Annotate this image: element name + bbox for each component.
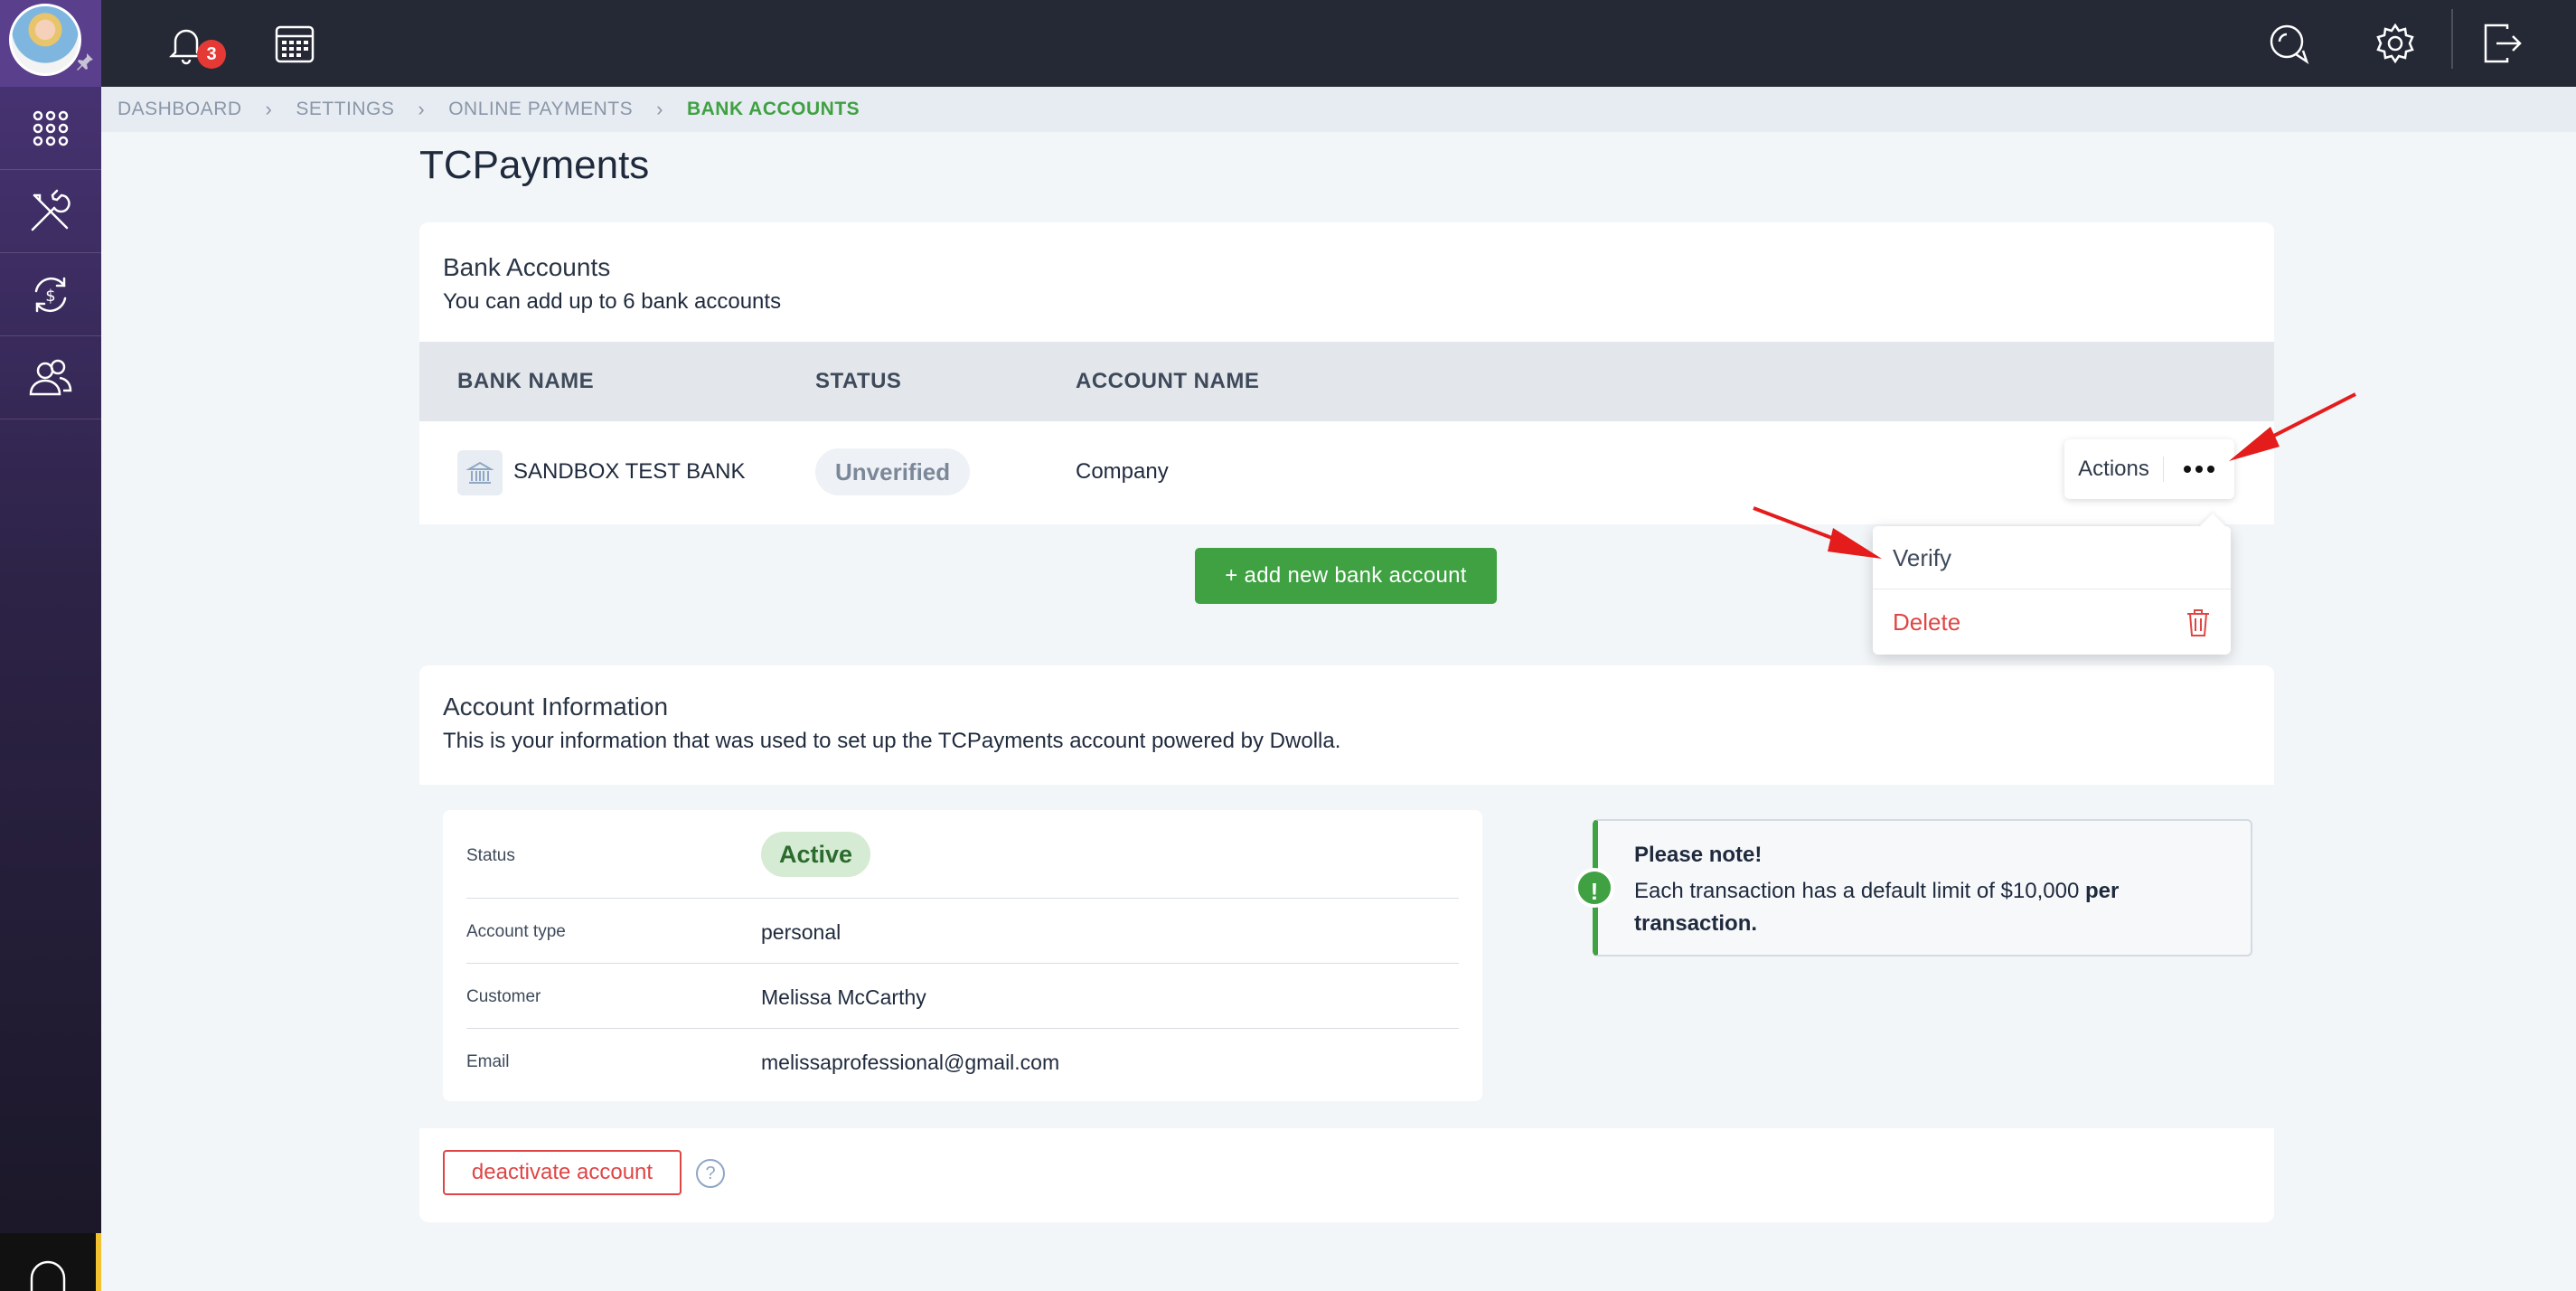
menu-item-delete-label: Delete [1893,608,1961,636]
svg-text:$: $ [45,287,55,306]
account-info-title: Account Information [443,693,669,721]
sidebar-item-users[interactable] [0,336,101,419]
bank-name: SANDBOX TEST BANK [513,459,746,484]
note-title: Please note! [1634,843,1763,867]
chat-button[interactable] [2261,16,2316,71]
note-text-regular: Each transaction has a default limit of … [1634,879,2080,903]
bank-accounts-subtitle: You can add up to 6 bank accounts [443,289,782,314]
annotation-arrow-right [2229,392,2356,461]
calendar-button[interactable] [268,16,322,71]
chevron-right-icon: › [265,98,273,120]
headset-icon [30,1260,66,1291]
table-row: SANDBOX TEST BANK Unverified Company Act… [419,421,2274,524]
account-information-card: Account Information This is your informa… [419,665,2274,1222]
payments-icon: $ [34,277,67,312]
notification-badge: 3 [197,40,226,69]
info-key: Email [466,1052,510,1071]
annotation-arrow-left [1753,506,1882,559]
sidebar-item-payments[interactable]: $ [0,253,101,336]
info-row-customer: Customer Melissa McCarthy [466,964,1459,1029]
note-box: ! Please note! Each transaction has a de… [1575,819,2252,956]
chevron-right-icon: › [418,98,426,120]
users-icon [29,359,72,395]
trash-icon [2187,609,2209,636]
info-row-email: Email melissaprofessional@gmail.com [466,1029,1459,1094]
actions-label: Actions [2064,457,2164,482]
info-exclamation-icon: ! [1575,868,1614,908]
help-icon[interactable]: ? [696,1159,725,1188]
status-badge: Active [761,832,871,877]
sidebar: $ [0,0,101,1291]
breadcrumb-online-payments[interactable]: ONLINE PAYMENTS [448,99,633,120]
account-info-table: Status Active Account type personal Cust… [443,810,1482,1101]
info-value: melissaprofessional@gmail.com [761,1051,1060,1074]
logout-button[interactable] [2475,16,2529,71]
logout-icon [2484,24,2522,63]
gear-icon [2376,23,2414,64]
menu-item-verify[interactable]: Verify [1873,526,2231,589]
chevron-right-icon: › [656,98,663,120]
deactivate-account-button[interactable]: deactivate account [443,1150,682,1195]
actions-dropdown-menu: Verify Delete [1873,526,2231,655]
status-badge: Unverified [815,448,971,495]
sidebar-item-tools[interactable] [0,170,101,253]
info-row-account-type: Account type personal [466,899,1459,964]
breadcrumb: DASHBOARD › SETTINGS › ONLINE PAYMENTS ›… [101,87,2576,132]
breadcrumb-bank-accounts: BANK ACCOUNTS [686,99,860,119]
info-key: Account type [466,922,566,941]
avatar[interactable] [9,4,81,76]
apps-grid-icon [33,110,69,146]
column-bank-name: BANK NAME [457,369,595,393]
top-bar: 3 [101,0,2576,87]
add-bank-account-button[interactable]: + add new bank account [1195,548,1497,604]
breadcrumb-settings[interactable]: SETTINGS [296,99,394,120]
page-title: TCPayments [419,143,650,187]
sidebar-item-apps[interactable] [0,87,101,170]
pin-icon[interactable] [74,51,96,72]
table-header: BANK NAME STATUS ACCOUNT NAME [419,342,2274,421]
info-row-status: Status Active [466,810,1459,899]
account-name: Company [1076,459,1169,484]
column-status: STATUS [815,369,902,393]
actions-button[interactable]: Actions [2064,439,2234,499]
settings-button[interactable] [2368,16,2422,71]
info-value: Melissa McCarthy [761,985,926,1009]
calendar-icon [275,25,315,63]
bank-icon [457,450,503,495]
chat-icon [2270,24,2309,65]
breadcrumb-dashboard[interactable]: DASHBOARD [118,99,242,120]
account-info-subtitle: This is your information that was used t… [443,729,1341,753]
info-key: Status [466,846,515,865]
topbar-divider [2451,9,2453,69]
bank-accounts-title: Bank Accounts [443,253,611,281]
note-text: Each transaction has a default limit of … [1634,875,2213,940]
tools-icon [31,189,71,231]
column-account-name: ACCOUNT NAME [1076,369,1260,393]
menu-item-delete[interactable]: Delete [1873,590,2231,654]
support-button[interactable] [0,1233,101,1291]
info-key: Customer [466,987,541,1006]
info-value: personal [761,920,841,944]
avatar-area [0,0,101,87]
